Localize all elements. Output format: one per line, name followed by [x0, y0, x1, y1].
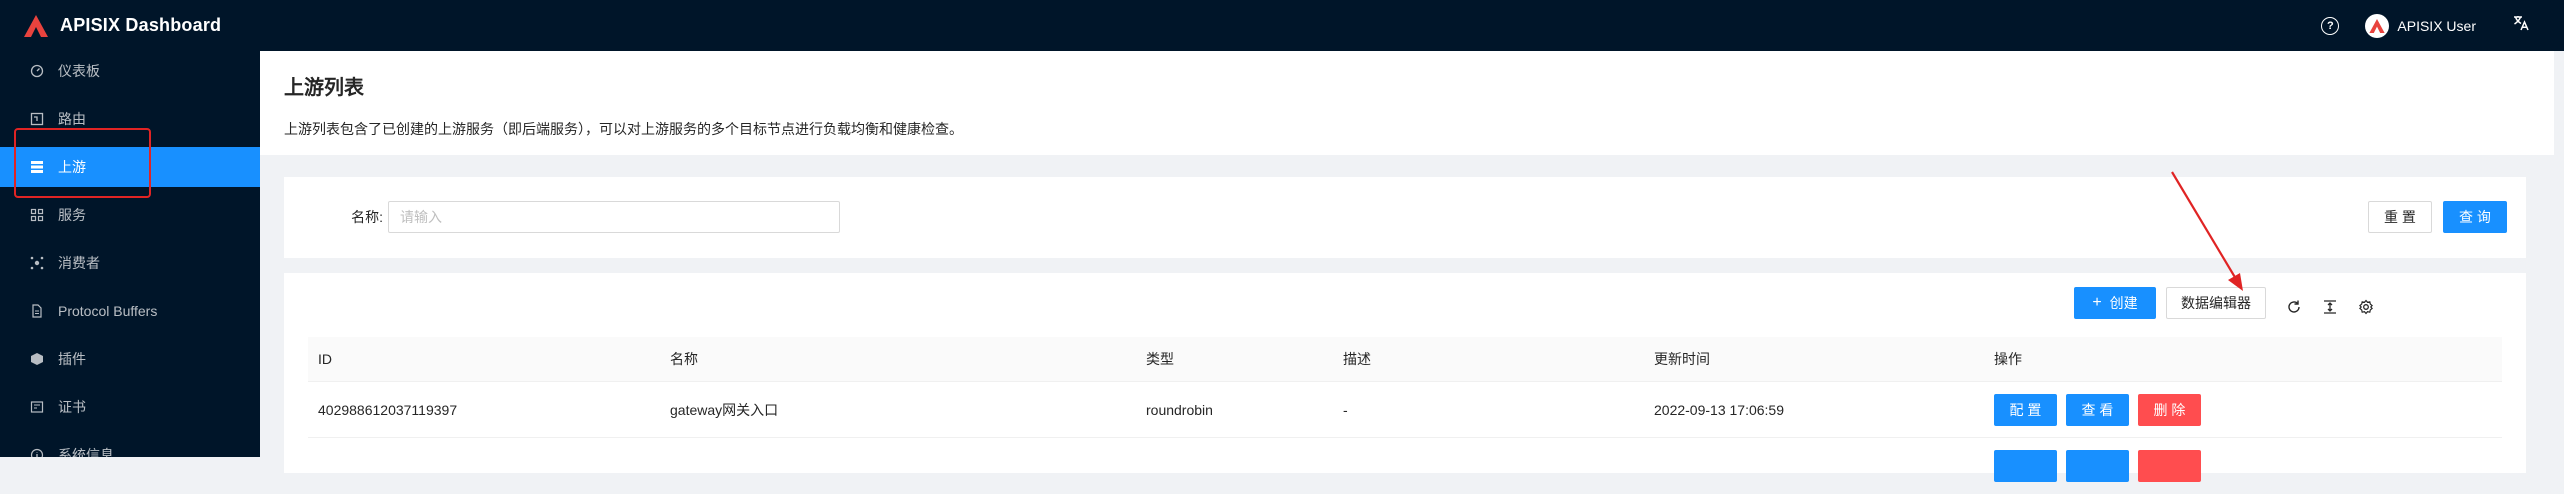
- dashboard-icon: [30, 64, 44, 78]
- sidebar-item-label: 路由: [58, 111, 86, 127]
- column-header-updated: 更新时间: [1654, 351, 1710, 367]
- sidebar-item-system-info[interactable]: 系统信息: [0, 435, 260, 457]
- table-row: 402988612037119397 gateway网关入口 roundrobi…: [308, 382, 2502, 438]
- cell-name: gateway网关入口: [670, 402, 779, 418]
- annotation-highlight-box: [14, 128, 151, 198]
- sidebar-item-label: 插件: [58, 351, 86, 367]
- page-description: 上游列表包含了已创建的上游服务（即后端服务），可以对上游服务的多个目标节点进行负…: [284, 121, 963, 137]
- apisix-logo-icon: [24, 14, 48, 37]
- column-header-name: 名称: [670, 351, 698, 367]
- sidebar-item-plugin[interactable]: 插件: [0, 339, 260, 379]
- translate-glyph-icon: [2514, 16, 2529, 31]
- view-button[interactable]: [2066, 450, 2129, 482]
- column-header-desc: 描述: [1343, 351, 1371, 367]
- page-header: 上游列表 上游列表包含了已创建的上游服务（即后端服务），可以对上游服务的多个目标…: [260, 51, 2564, 155]
- create-button[interactable]: + 创建: [2074, 287, 2156, 319]
- user-menu[interactable]: APISIX User: [2365, 13, 2476, 38]
- column-header-actions: 操作: [1994, 351, 2022, 367]
- user-avatar-icon: [2369, 18, 2386, 33]
- info-icon: [30, 448, 44, 457]
- plugin-icon: [30, 352, 44, 366]
- sidebar-item-label: 证书: [58, 399, 86, 415]
- sidebar-item-dashboard[interactable]: 仪表板: [0, 51, 260, 91]
- cell-updated: 2022-09-13 17:06:59: [1654, 402, 1784, 418]
- sidebar-item-consumer[interactable]: 消费者: [0, 243, 260, 283]
- reload-icon[interactable]: [2286, 299, 2302, 315]
- consumer-icon: [30, 256, 44, 270]
- sidebar-item-label: Protocol Buffers: [58, 303, 158, 319]
- top-header: APISIX Dashboard ? APISIX User: [0, 0, 2564, 51]
- certificate-icon: [30, 400, 44, 414]
- main-content: 上游列表 上游列表包含了已创建的上游服务（即后端服务），可以对上游服务的多个目标…: [260, 51, 2564, 482]
- data-editor-button[interactable]: 数据编辑器: [2166, 287, 2266, 319]
- sidebar-item-label: 消费者: [58, 255, 100, 271]
- setting-icon[interactable]: [2358, 299, 2374, 315]
- configure-button[interactable]: [1994, 450, 2057, 482]
- scrollbar[interactable]: [2554, 51, 2564, 457]
- view-button[interactable]: 查 看: [2066, 394, 2129, 426]
- name-search-input[interactable]: 请输入: [388, 201, 840, 233]
- sidebar: 仪表板 路由 上游 服务 消费者 Protocol Buffers 插件 证书 …: [0, 51, 260, 457]
- route-icon: [30, 112, 44, 126]
- delete-button[interactable]: 删 除: [2138, 394, 2201, 426]
- app-title: APISIX Dashboard: [60, 15, 222, 35]
- sidebar-item-certificate[interactable]: 证书: [0, 387, 260, 427]
- reset-button[interactable]: 重 置: [2368, 201, 2432, 233]
- service-icon: [30, 208, 44, 222]
- upstream-table-card: + 创建 数据编辑器 ID 名称 类型 描述 更新时间 操作 402988612…: [284, 273, 2526, 482]
- translate-icon[interactable]: [2512, 14, 2530, 37]
- delete-button[interactable]: [2138, 450, 2201, 482]
- help-icon[interactable]: ?: [2321, 16, 2340, 35]
- table-header: ID 名称 类型 描述 更新时间 操作: [308, 337, 2502, 382]
- delete-button-label: 删 除: [2153, 402, 2186, 418]
- user-name: APISIX User: [2397, 17, 2476, 34]
- cell-type: roundrobin: [1146, 402, 1213, 418]
- sidebar-item-label: 系统信息: [58, 447, 114, 457]
- sidebar-item-label: 服务: [58, 207, 86, 223]
- name-label: 名称:: [351, 209, 383, 225]
- sidebar-item-label: 仪表板: [58, 63, 100, 79]
- cell-id: 402988612037119397: [318, 402, 458, 418]
- file-icon: [30, 304, 44, 318]
- query-button[interactable]: 查 询: [2443, 201, 2507, 233]
- avatar: [2365, 13, 2390, 38]
- logo[interactable]: APISIX Dashboard: [24, 14, 222, 37]
- sidebar-item-service[interactable]: 服务: [0, 195, 260, 235]
- search-form: 名称: 请输入 重 置 查 询: [284, 177, 2526, 258]
- cell-desc: -: [1343, 402, 1348, 418]
- column-header-type: 类型: [1146, 351, 1174, 367]
- plus-icon: +: [2092, 294, 2102, 311]
- configure-button[interactable]: 配 置: [1994, 394, 2057, 426]
- create-button-label: 创建: [2109, 295, 2138, 311]
- table-row: [308, 438, 2502, 494]
- page-title: 上游列表: [284, 77, 364, 99]
- header-actions: ? APISIX User: [2321, 0, 2530, 51]
- column-height-icon[interactable]: [2322, 299, 2338, 315]
- sidebar-item-protocol-buffers[interactable]: Protocol Buffers: [0, 291, 260, 331]
- column-header-id: ID: [318, 351, 332, 367]
